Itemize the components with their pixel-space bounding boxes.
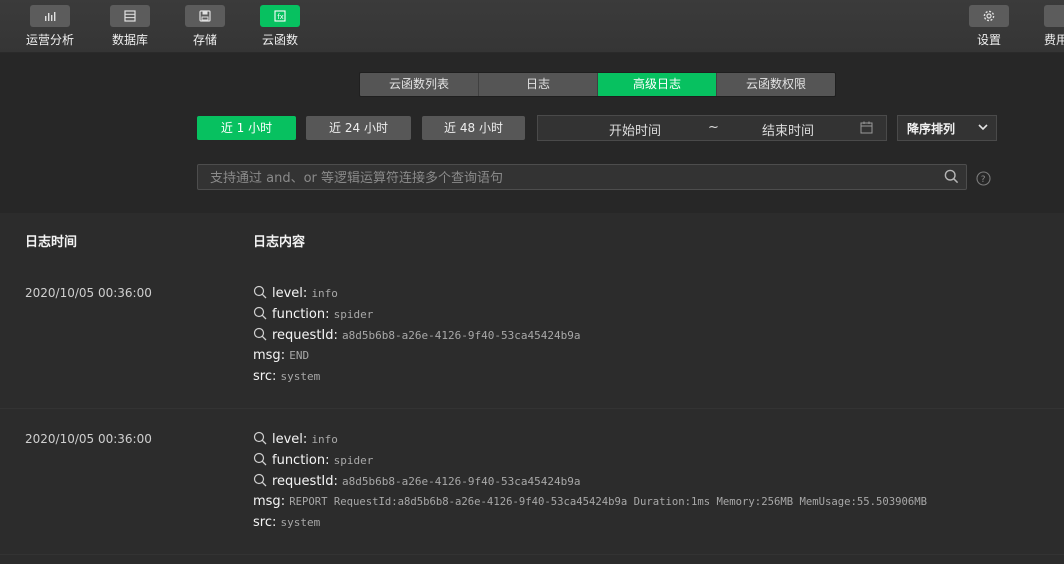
- filter-search-icon[interactable]: [253, 327, 267, 341]
- field-value: spider: [333, 454, 374, 467]
- chevron-down-icon: [978, 124, 988, 131]
- log-field-request-id: requestId: a8d5b6b8-a26e-4126-9f40-53ca4…: [253, 473, 580, 489]
- toolbar-database-label: 数据库: [111, 33, 148, 47]
- log-query-box: [197, 164, 967, 190]
- filter-search-icon[interactable]: [253, 306, 267, 320]
- log-field-function: function: spider: [253, 306, 373, 322]
- storage-icon: [185, 5, 225, 27]
- field-key: src: [253, 369, 272, 384]
- svg-text:fx: fx: [277, 13, 284, 21]
- tab-function-permissions[interactable]: 云函数权限: [717, 73, 835, 96]
- range-separator: ~: [708, 120, 719, 135]
- field-value: REPORT RequestId:a8d5b6b8-a26e-4126-9f40…: [289, 496, 928, 508]
- log-field-request-id: requestId: a8d5b6b8-a26e-4126-9f40-53ca4…: [253, 327, 580, 343]
- svg-text:?: ?: [981, 175, 986, 185]
- log-time: 2020/10/05 00:36:00: [25, 286, 152, 300]
- field-value: system: [280, 516, 321, 529]
- log-field-function: function: spider: [253, 452, 373, 468]
- sort-order-select[interactable]: 降序排列: [897, 115, 997, 141]
- row-divider: [0, 408, 1064, 409]
- filter-search-icon[interactable]: [253, 431, 267, 445]
- field-value: info: [311, 433, 338, 446]
- field-key: level: [272, 286, 303, 301]
- filter-search-icon[interactable]: [253, 473, 267, 487]
- toolbar-cloud-function-label: 云函数: [261, 33, 298, 47]
- field-key: requestId: [272, 474, 334, 489]
- field-value: END: [289, 349, 310, 362]
- field-key: msg: [253, 494, 281, 509]
- toolbar-settings[interactable]: 设置: [959, 5, 1019, 49]
- tab-function-list[interactable]: 云函数列表: [360, 73, 479, 96]
- toolbar-database[interactable]: 数据库: [100, 5, 160, 49]
- search-icon[interactable]: [944, 169, 959, 184]
- field-value: a8d5b6b8-a26e-4126-9f40-53ca45424b9a: [342, 475, 581, 488]
- field-value: a8d5b6b8-a26e-4126-9f40-53ca45424b9a: [342, 329, 581, 342]
- field-key: requestId: [272, 328, 334, 343]
- log-time: 2020/10/05 00:36:00: [25, 432, 152, 446]
- field-key: function: [272, 307, 326, 322]
- field-value: spider: [333, 308, 374, 321]
- toolbar-settings-label: 设置: [976, 33, 1001, 47]
- log-field-src: src: system: [253, 515, 321, 530]
- log-field-msg: msg: REPORT RequestId:a8d5b6b8-a26e-4126…: [253, 494, 928, 509]
- tab-logs[interactable]: 日志: [479, 73, 598, 96]
- calendar-icon: [860, 121, 873, 134]
- field-key: level: [272, 432, 303, 447]
- field-value: info: [311, 287, 338, 300]
- last-1-hour-button[interactable]: 近 1 小时: [197, 116, 296, 140]
- toolbar-cost-label: 费用: [1044, 33, 1064, 47]
- toolbar-storage[interactable]: 存储: [175, 5, 235, 49]
- field-key: src: [253, 515, 272, 530]
- last-24-hours-button[interactable]: 近 24 小时: [306, 116, 411, 140]
- column-header-log-time: 日志时间: [25, 235, 78, 250]
- date-range-picker[interactable]: 开始时间 ~ 结束时间: [537, 115, 887, 141]
- help-icon[interactable]: ?: [976, 171, 991, 186]
- toolbar-cloud-function[interactable]: fx 云函数: [250, 5, 310, 49]
- log-field-level: level: info: [253, 285, 338, 301]
- filter-search-icon[interactable]: [253, 452, 267, 466]
- row-divider: [0, 554, 1064, 555]
- column-header-log-content: 日志内容: [253, 235, 306, 250]
- gear-icon: [969, 5, 1009, 27]
- toolbar-analytics[interactable]: 运营分析: [20, 5, 80, 49]
- field-value: system: [280, 370, 321, 383]
- toolbar-analytics-label: 运营分析: [25, 33, 74, 47]
- sort-order-value: 降序排列: [907, 122, 956, 136]
- function-tabs: 云函数列表 日志 高级日志 云函数权限: [359, 72, 836, 97]
- cost-icon: [1044, 5, 1064, 27]
- log-field-src: src: system: [253, 369, 321, 384]
- database-icon: [110, 5, 150, 27]
- bar-chart-icon: [30, 5, 70, 27]
- field-key: msg: [253, 348, 281, 363]
- filter-search-icon[interactable]: [253, 285, 267, 299]
- start-time-input[interactable]: 开始时间: [609, 120, 661, 139]
- toolbar-cost[interactable]: 费用: [1034, 5, 1064, 49]
- toolbar-storage-label: 存储: [192, 33, 217, 47]
- log-field-msg: msg: END: [253, 348, 310, 363]
- log-field-level: level: info: [253, 431, 338, 447]
- function-icon: fx: [260, 5, 300, 27]
- field-key: function: [272, 453, 326, 468]
- log-query-input[interactable]: [208, 168, 932, 188]
- tab-advanced-logs[interactable]: 高级日志: [598, 73, 717, 96]
- end-time-input[interactable]: 结束时间: [762, 120, 814, 139]
- last-48-hours-button[interactable]: 近 48 小时: [422, 116, 525, 140]
- log-table: 日志时间 日志内容 2020/10/05 00:36:00 level: inf…: [0, 213, 1064, 564]
- top-toolbar: 运营分析 数据库 存储 fx 云函数 设置 费用: [0, 0, 1064, 53]
